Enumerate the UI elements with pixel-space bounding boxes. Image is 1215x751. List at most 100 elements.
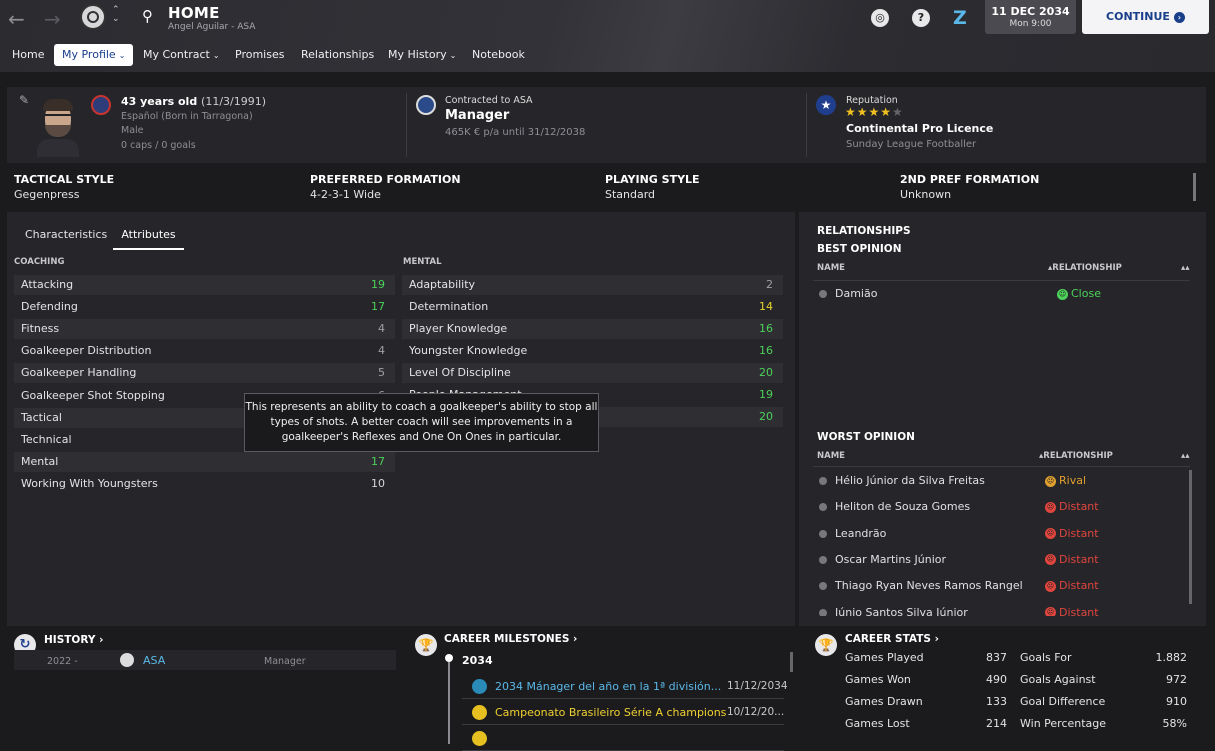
col-relationship[interactable]: ▴RELATIONSHIP — [1048, 263, 1122, 273]
preferred-formation-label: PREFERRED FORMATION — [310, 173, 461, 186]
stat-row: Games Drawn 133 — [845, 691, 1007, 713]
tab-my-profile[interactable]: My Profile ⌄ — [54, 44, 134, 66]
attribute-row[interactable]: Goalkeeper Handling 5 — [14, 363, 395, 384]
stat-value: 58% — [1162, 717, 1187, 730]
milestone-row[interactable]: 2034 Mánager del año en la 1ª división..… — [462, 676, 788, 699]
stat-value: 1.882 — [1155, 651, 1188, 664]
continue-button[interactable]: CONTINUE › — [1082, 0, 1209, 34]
history-club[interactable]: ASA — [143, 654, 165, 667]
best-name: Damião — [835, 287, 878, 300]
unhappy-face-icon: ☹ — [1045, 475, 1056, 487]
best-opinion-heading: BEST OPINION — [817, 243, 902, 255]
timeline-line — [448, 662, 450, 744]
col-name[interactable]: NAME — [817, 263, 845, 273]
history-heading[interactable]: HISTORY › — [44, 634, 103, 646]
tab-my-history[interactable]: My History ⌄ — [388, 44, 456, 66]
second-formation-value: Unknown — [900, 188, 952, 201]
sort-updown-icon[interactable]: ⌃ ⌄ — [112, 6, 120, 24]
worst-row[interactable]: Hélio Júnior da Silva Freitas ☹ Rival — [819, 468, 1189, 494]
milestone-year: 2034 — [462, 654, 493, 667]
stat-label: Goals Against — [1020, 673, 1096, 686]
scrollbar[interactable] — [1189, 470, 1192, 604]
milestone-row[interactable] — [462, 728, 784, 751]
attribute-row[interactable]: Youngster Knowledge 16 — [402, 341, 783, 361]
worst-row[interactable]: Heliton de Souza Gomes ☹ Distant — [819, 494, 1189, 520]
stat-row: Games Played 837 — [845, 647, 1007, 669]
manager-nationality: Español (Born in Tarragona) — [121, 111, 253, 122]
forward-arrow-icon[interactable]: → — [44, 7, 61, 31]
attribute-row[interactable]: Adaptability 2 — [402, 275, 783, 295]
person-icon — [819, 477, 827, 485]
career-stats-heading[interactable]: CAREER STATS › — [845, 633, 939, 645]
manager-wage: 465K € p/a until 31/12/2038 — [445, 127, 586, 138]
happy-face-icon: ☺ — [1057, 288, 1068, 300]
stat-label: Games Drawn — [845, 695, 923, 708]
attribute-row[interactable]: Attacking 19 — [14, 275, 395, 295]
stat-row: Games Won 490 — [845, 669, 1007, 691]
zone-icon[interactable]: Z — [953, 7, 967, 29]
worst-row[interactable]: Oscar Martins Júnior ☹ Distant — [819, 547, 1189, 573]
scrollbar[interactable] — [790, 652, 793, 672]
unhappy-face-icon: ☹ — [1045, 580, 1056, 592]
worst-opinion-heading: WORST OPINION — [817, 431, 915, 443]
chevron-down-icon: ⌄ — [118, 51, 126, 60]
attribute-value: 17 — [371, 454, 385, 468]
top-bar: ← → ⌃ ⌄ ⚲ HOME Angel Aguilar - ASA ◎ ? Z … — [0, 0, 1215, 72]
attribute-value: 19 — [371, 278, 385, 291]
worst-row[interactable]: Leandrão ☹ Distant — [819, 521, 1189, 547]
search-icon[interactable]: ⚲ — [142, 7, 153, 25]
chevron-down-icon: ⌄ — [449, 51, 457, 60]
tab-home[interactable]: Home — [12, 44, 44, 66]
attribute-row[interactable]: Working With Youngsters 10 — [14, 474, 395, 494]
date-display[interactable]: 11 DEC 2034 Mon 9:00 — [985, 0, 1076, 34]
attribute-value: 4 — [378, 344, 385, 358]
tab-characteristics[interactable]: Characteristics — [25, 228, 107, 241]
tab-notebook[interactable]: Notebook — [472, 44, 525, 66]
attribute-name: Goalkeeper Distribution — [21, 344, 152, 358]
attribute-row[interactable]: Level Of Discipline 20 — [402, 363, 783, 383]
col-name[interactable]: NAME — [817, 451, 845, 461]
col-relationship[interactable]: ▴RELATIONSHIP — [1039, 451, 1113, 461]
edit-pencil-icon[interactable]: ✎ — [19, 93, 29, 107]
history-year: 2022 - — [47, 656, 78, 667]
chevron-down-icon: ⌄ — [212, 51, 220, 60]
unhappy-face-icon: ☹ — [1045, 501, 1056, 513]
club-crest-icon[interactable] — [80, 4, 106, 30]
attribute-row[interactable]: Defending 17 — [14, 297, 395, 317]
attribute-row[interactable]: Mental 17 — [14, 451, 395, 472]
attribute-name: Youngster Knowledge — [409, 344, 528, 357]
stat-row: Win Percentage 58% — [1020, 713, 1187, 735]
world-icon[interactable]: ◎ — [871, 9, 889, 27]
person-icon — [819, 582, 827, 591]
worst-status: ☹ Distant — [1045, 579, 1099, 593]
tab-relationships[interactable]: Relationships — [301, 44, 374, 66]
worst-status: ☹ Distant — [1045, 552, 1099, 566]
tab-attributes[interactable]: Attributes — [113, 222, 184, 250]
tab-promises[interactable]: Promises — [235, 44, 284, 66]
worst-row[interactable]: Júnio Santos Silva Júnior ☹ Distant — [819, 600, 1189, 616]
attribute-row[interactable]: Fitness 4 — [14, 319, 395, 340]
milestones-heading[interactable]: CAREER MILESTONES › — [444, 633, 577, 645]
help-icon[interactable]: ? — [912, 9, 930, 27]
manager-gender: Male — [121, 125, 144, 136]
attribute-row[interactable]: Determination 14 — [402, 297, 783, 317]
current-time: Mon 9:00 — [1009, 19, 1052, 29]
spain-flag-icon — [91, 95, 111, 115]
sort-toggle-icon[interactable]: ▴▴ — [1181, 451, 1190, 461]
sort-toggle-icon[interactable]: ▴▴ — [1181, 263, 1190, 273]
trophy-icon: 🏆 — [415, 634, 437, 656]
manager-caps: 0 caps / 0 goals — [121, 140, 196, 151]
tab-my-contract[interactable]: My Contract ⌄ — [143, 44, 220, 66]
tactical-style-label: TACTICAL STYLE — [14, 173, 115, 186]
worst-name: Thiago Ryan Neves Ramos Rangel — [835, 579, 1023, 593]
attribute-row[interactable]: Player Knowledge 16 — [402, 319, 783, 339]
attribute-row[interactable]: Goalkeeper Distribution 4 — [14, 341, 395, 361]
worst-row[interactable]: Thiago Ryan Neves Ramos Rangel ☹ Distant — [819, 573, 1189, 599]
milestone-row[interactable]: Campeonato Brasileiro Série A champions 1… — [462, 702, 784, 725]
best-row[interactable]: Damião — [819, 281, 877, 307]
playing-past: Sunday League Footballer — [846, 139, 977, 150]
profile-strip: ✎ 43 years old (11/3/1991) Español (Born… — [7, 87, 1206, 163]
worst-status: ☹ Rival — [1045, 474, 1087, 487]
scrollbar[interactable] — [1193, 173, 1196, 201]
back-arrow-icon[interactable]: ← — [8, 7, 25, 31]
